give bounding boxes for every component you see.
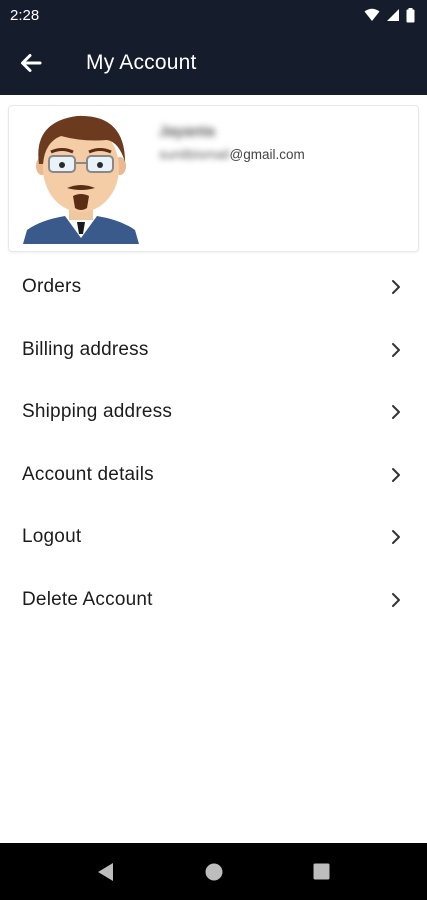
email-domain: @gmail.com [229, 147, 305, 162]
page-title: My Account [86, 50, 197, 74]
home-circle-icon [205, 863, 222, 880]
back-triangle-icon [97, 862, 113, 881]
chevron-right-icon [392, 530, 400, 545]
back-button[interactable] [0, 30, 64, 95]
wifi-icon [364, 8, 380, 21]
nav-home-button[interactable] [200, 858, 228, 886]
menu-item-label: Logout [22, 526, 82, 548]
menu-item-label: Orders [22, 276, 82, 298]
status-icons [364, 7, 415, 23]
signal-icon [387, 9, 399, 21]
menu-item-label: Delete Account [22, 588, 153, 610]
chevron-right-icon [392, 592, 400, 607]
menu-item-shipping-address[interactable]: Shipping address [0, 381, 427, 444]
profile-name: Jayanta [159, 123, 215, 140]
menu-item-logout[interactable]: Logout [0, 506, 427, 569]
system-nav-bar [0, 843, 427, 900]
recents-square-icon [313, 863, 330, 880]
profile-card: Jayanta sunitbismail@gmail.com [8, 105, 419, 252]
menu-item-label: Account details [22, 463, 154, 485]
account-menu: Orders Billing address Shipping address … [0, 256, 427, 631]
menu-item-delete-account[interactable]: Delete Account [0, 569, 427, 632]
status-time: 2:28 [10, 6, 40, 24]
menu-item-account-details[interactable]: Account details [0, 444, 427, 507]
battery-icon [406, 7, 415, 22]
chevron-right-icon [392, 280, 400, 295]
nav-back-button[interactable] [92, 858, 120, 886]
chevron-right-icon [392, 342, 400, 357]
chevron-right-icon [392, 405, 400, 420]
menu-item-label: Shipping address [22, 401, 173, 423]
menu-item-label: Billing address [22, 338, 149, 360]
menu-item-billing-address[interactable]: Billing address [0, 319, 427, 382]
menu-item-orders[interactable]: Orders [0, 256, 427, 319]
status-bar: 2:28 [0, 0, 427, 30]
nav-recents-button[interactable] [308, 858, 336, 886]
profile-email: sunitbismail@gmail.com [159, 147, 305, 162]
arrow-left-icon [21, 53, 42, 72]
avatar [23, 115, 139, 244]
chevron-right-icon [392, 467, 400, 482]
app-bar: My Account [0, 30, 427, 95]
email-user: sunitbismail [159, 147, 230, 162]
